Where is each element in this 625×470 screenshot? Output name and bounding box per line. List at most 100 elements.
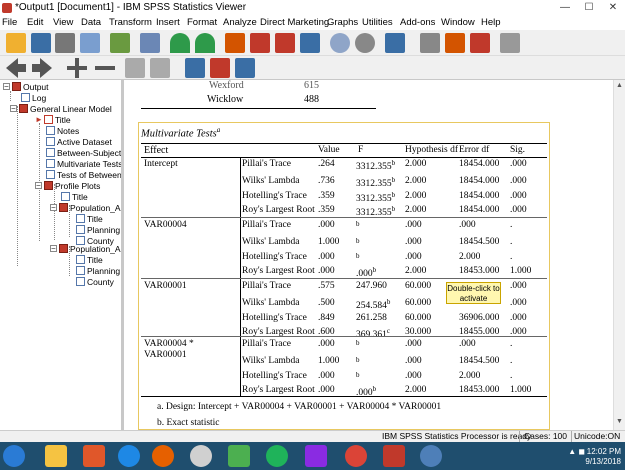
media-player-icon[interactable]	[83, 445, 105, 467]
book-icon	[44, 181, 53, 190]
file-explorer-icon[interactable]	[45, 445, 67, 467]
spss-data-icon[interactable]	[383, 445, 405, 467]
close-button[interactable]: ✕	[601, 0, 625, 15]
spss-viewer-icon[interactable]	[420, 445, 442, 467]
vertical-scrollbar[interactable]: ▲ ▼	[613, 80, 625, 430]
arrow-left-icon[interactable]	[6, 58, 26, 78]
start-button[interactable]	[3, 445, 25, 467]
outline-item-title[interactable]: ► Title	[35, 114, 71, 125]
collapse-icon[interactable]: –	[3, 83, 10, 90]
outline-item-glm[interactable]: – General Linear Model	[10, 103, 112, 114]
output-icon-2[interactable]	[445, 33, 465, 53]
show-all-variables-icon[interactable]	[330, 33, 350, 53]
firefox-icon[interactable]	[152, 445, 174, 467]
menu-utilities[interactable]: Utilities	[362, 17, 393, 28]
arrow-right-icon[interactable]	[32, 58, 52, 78]
app-icon[interactable]	[190, 445, 212, 467]
hide-icon[interactable]	[150, 58, 170, 78]
collapse-icon[interactable]: –	[50, 245, 57, 252]
header-error-df: Error df	[459, 145, 490, 155]
insert-heading-icon[interactable]	[185, 58, 205, 78]
show-icon[interactable]	[125, 58, 145, 78]
cell-f: b	[356, 356, 360, 369]
outline-item-multivariate-tests[interactable]: Multivariate Tests	[46, 158, 121, 169]
outline-item-between-subjects[interactable]: Between-Subjects	[46, 147, 121, 158]
outline-item-active-dataset[interactable]: Active Dataset	[46, 136, 112, 147]
outline-item-title-4[interactable]: Title	[76, 254, 103, 265]
upwork-icon[interactable]	[266, 445, 288, 467]
app-icon-purple[interactable]	[305, 445, 327, 467]
undo-icon[interactable]	[170, 33, 190, 53]
minimize-button[interactable]: —	[553, 0, 577, 15]
outline-item-population-a-2[interactable]: – Population_A	[50, 243, 121, 254]
menu-insert[interactable]: Insert	[156, 17, 180, 28]
redo-icon[interactable]	[195, 33, 215, 53]
expand-plus-icon[interactable]	[67, 58, 87, 78]
outline-item-log[interactable]: Log	[21, 92, 46, 103]
cell-hdf: 2.000	[405, 266, 427, 277]
internet-explorer-icon[interactable]	[118, 445, 140, 467]
menu-direct-marketing[interactable]: Direct Marketing	[260, 17, 329, 28]
menu-graphs[interactable]: Graphs	[327, 17, 358, 28]
clock-time[interactable]: 12:02 PM	[581, 447, 621, 456]
cell-f: 369.361c	[356, 327, 390, 340]
menu-file[interactable]: File	[2, 17, 17, 28]
collapse-minus-icon[interactable]	[95, 66, 115, 70]
network-app-icon[interactable]	[228, 445, 250, 467]
open-folder-icon[interactable]	[6, 33, 26, 53]
maximize-button[interactable]: ☐	[577, 0, 601, 15]
menu-transform[interactable]: Transform	[109, 17, 152, 28]
outline-item-output[interactable]: – Output	[3, 81, 49, 92]
cell-hdf: 2.000	[405, 175, 427, 186]
insert-text-icon[interactable]	[235, 58, 255, 78]
export-icon[interactable]	[110, 33, 130, 53]
page-icon	[76, 266, 85, 275]
group-divider	[141, 336, 547, 337]
outline-item-county-2[interactable]: County	[76, 276, 114, 287]
menu-view[interactable]: View	[53, 17, 73, 28]
outline-item-tests-between[interactable]: Tests of Between-	[46, 169, 121, 180]
scroll-down-icon[interactable]: ▼	[616, 418, 623, 425]
menu-edit[interactable]: Edit	[27, 17, 43, 28]
insert-title-icon[interactable]	[210, 58, 230, 78]
scroll-up-icon[interactable]: ▲	[616, 82, 623, 89]
goto-variable-icon[interactable]	[275, 33, 295, 53]
cell-value: .000	[318, 385, 335, 396]
menu-window[interactable]: Window	[441, 17, 475, 28]
collapse-icon[interactable]: –	[10, 105, 17, 112]
cell-edf: 18454.500	[459, 355, 500, 366]
menu-bar: File Edit View Data Transform Insert For…	[0, 15, 625, 30]
outline-item-title-2[interactable]: Title	[61, 191, 88, 202]
collapse-icon[interactable]: –	[35, 182, 42, 189]
outline-item-profile-plots[interactable]: – Profile Plots	[35, 180, 100, 191]
outline-item-notes[interactable]: Notes	[46, 125, 79, 136]
goto-data-icon[interactable]	[225, 33, 245, 53]
designate-window-icon[interactable]	[385, 33, 405, 53]
save-icon[interactable]	[31, 33, 51, 53]
header-f: F	[358, 145, 364, 155]
output-icon-3[interactable]	[470, 33, 490, 53]
print-icon[interactable]	[55, 33, 75, 53]
cell-sig: .000	[510, 159, 527, 169]
clock-date[interactable]: 9/13/2018	[581, 457, 621, 466]
menu-help[interactable]: Help	[481, 17, 501, 28]
use-variable-sets-icon[interactable]	[355, 33, 375, 53]
outline-item-planning-1[interactable]: Planning	[76, 224, 120, 235]
menu-add-ons[interactable]: Add-ons	[400, 17, 435, 28]
menu-data[interactable]: Data	[81, 17, 101, 28]
cell-sig: .000	[510, 297, 527, 308]
outline-item-planning-2[interactable]: Planning	[76, 265, 120, 276]
outline-item-population-a-1[interactable]: – Population_A	[50, 202, 121, 213]
menu-analyze[interactable]: Analyze	[223, 17, 257, 28]
variables-icon[interactable]	[300, 33, 320, 53]
outline-item-title-3[interactable]: Title	[76, 213, 103, 224]
cell-edf: 18453.000	[459, 385, 500, 396]
collapse-icon[interactable]: –	[50, 204, 57, 211]
menu-format[interactable]: Format	[187, 17, 217, 28]
chrome-icon[interactable]	[345, 445, 367, 467]
output-icon-1[interactable]	[420, 33, 440, 53]
goto-case-icon[interactable]	[250, 33, 270, 53]
recall-dialog-icon[interactable]	[140, 33, 160, 53]
print-preview-icon[interactable]	[80, 33, 100, 53]
output-icon-4[interactable]	[500, 33, 520, 53]
